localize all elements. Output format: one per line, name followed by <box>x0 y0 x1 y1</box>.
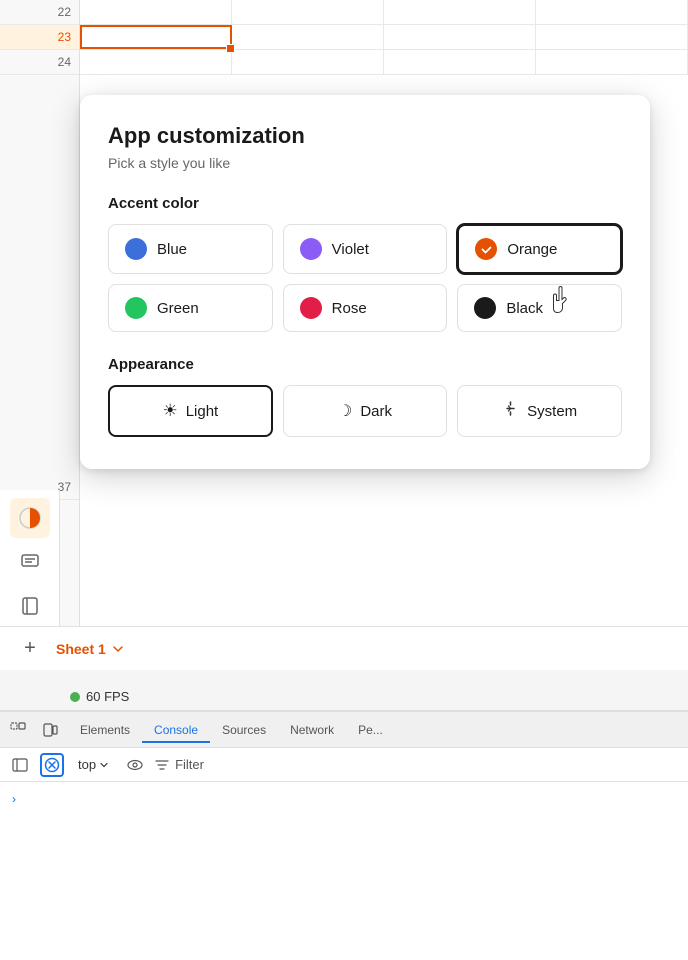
light-label: Light <box>186 403 219 420</box>
appearance-system-button[interactable]: System <box>457 385 622 437</box>
fps-indicator: 60 FPS <box>70 689 129 704</box>
tab-elements[interactable]: Elements <box>68 717 142 743</box>
cell[interactable] <box>384 0 536 24</box>
blue-label: Blue <box>157 241 187 258</box>
cell[interactable] <box>80 50 232 74</box>
rose-dot <box>300 297 322 319</box>
console-content: › <box>0 782 688 816</box>
cell[interactable] <box>384 25 536 49</box>
row-22: 22 <box>0 0 79 25</box>
dark-icon: ☽ <box>338 401 352 421</box>
appearance-light-button[interactable]: ☀ Light <box>108 385 273 437</box>
devtools-toolbar: top Filter <box>0 748 688 782</box>
row-24: 24 <box>0 50 79 75</box>
appearance-grid: ☀ Light ☽ Dark System <box>108 385 622 437</box>
add-sheet-button[interactable]: + <box>16 635 44 663</box>
tab-network[interactable]: Network <box>278 717 346 743</box>
fps-dot <box>70 692 80 702</box>
cell[interactable] <box>232 0 384 24</box>
sheet-name: Sheet 1 <box>56 641 106 657</box>
green-label: Green <box>157 300 199 317</box>
black-label: Black <box>506 300 543 317</box>
violet-label: Violet <box>332 241 369 258</box>
color-black-button[interactable]: Black <box>457 284 622 332</box>
clear-console-button[interactable] <box>40 753 64 777</box>
devtools-tabs-bar: Elements Console Sources Network Pe... <box>0 712 688 748</box>
appearance-dark-button[interactable]: ☽ Dark <box>283 385 448 437</box>
eye-icon[interactable] <box>123 753 147 777</box>
cell[interactable] <box>536 25 688 49</box>
context-dropdown-icon <box>99 760 109 770</box>
tab-sources[interactable]: Sources <box>210 717 278 743</box>
color-violet-button[interactable]: Violet <box>283 224 448 274</box>
popup-subtitle: Pick a style you like <box>108 155 622 171</box>
black-dot <box>474 297 496 319</box>
cell[interactable] <box>232 25 384 49</box>
color-grid: Blue Violet Orange Green Rose <box>108 224 622 332</box>
dropdown-arrow-icon <box>112 643 124 655</box>
top-label: top <box>78 757 96 772</box>
sheet-bar: + Sheet 1 <box>0 626 688 670</box>
cell-row-24 <box>80 50 688 75</box>
theme-toggle-icon[interactable] <box>10 498 50 538</box>
color-orange-button[interactable]: Orange <box>457 224 622 274</box>
cell[interactable] <box>232 50 384 74</box>
sidebar-toggle-button[interactable] <box>8 753 32 777</box>
cell-row-23 <box>80 25 688 50</box>
cell[interactable] <box>384 50 536 74</box>
fps-value: 60 FPS <box>86 689 129 704</box>
filter-icon <box>155 758 169 772</box>
left-sidebar <box>0 490 60 640</box>
book-icon[interactable] <box>10 586 50 626</box>
system-label: System <box>527 403 577 420</box>
tab-console[interactable]: Console <box>142 717 210 743</box>
top-context-selector[interactable]: top <box>72 755 115 774</box>
light-icon: ☀ <box>162 401 177 421</box>
dark-label: Dark <box>360 403 392 420</box>
green-dot <box>125 297 147 319</box>
popup-title: App customization <box>108 123 622 149</box>
orange-check-icon <box>475 238 497 260</box>
violet-dot <box>300 238 322 260</box>
orange-label: Orange <box>507 241 557 258</box>
console-chevron[interactable]: › <box>8 788 20 810</box>
cell[interactable] <box>80 0 232 24</box>
devtools-device-icon[interactable] <box>36 716 64 744</box>
app-customization-popup: App customization Pick a style you like … <box>80 95 650 469</box>
cell-row-22 <box>80 0 688 25</box>
color-green-button[interactable]: Green <box>108 284 273 332</box>
sheet-tab[interactable]: Sheet 1 <box>56 641 124 657</box>
cell[interactable] <box>536 50 688 74</box>
selected-cell[interactable] <box>80 25 232 49</box>
devtools-inspect-icon[interactable] <box>4 716 32 744</box>
system-icon <box>502 400 519 422</box>
blue-dot <box>125 238 147 260</box>
appearance-label: Appearance <box>108 356 622 373</box>
cell[interactable] <box>536 0 688 24</box>
accent-color-label: Accent color <box>108 195 622 212</box>
color-rose-button[interactable]: Rose <box>283 284 448 332</box>
filter-label: Filter <box>175 757 204 772</box>
row-spacer <box>0 75 79 475</box>
devtools-panel: Elements Console Sources Network Pe... <box>0 710 688 960</box>
rose-label: Rose <box>332 300 367 317</box>
filter-area: Filter <box>155 757 204 772</box>
row-23: 23 <box>0 25 79 50</box>
comment-icon[interactable] <box>10 542 50 582</box>
color-blue-button[interactable]: Blue <box>108 224 273 274</box>
tab-performance[interactable]: Pe... <box>346 717 395 743</box>
